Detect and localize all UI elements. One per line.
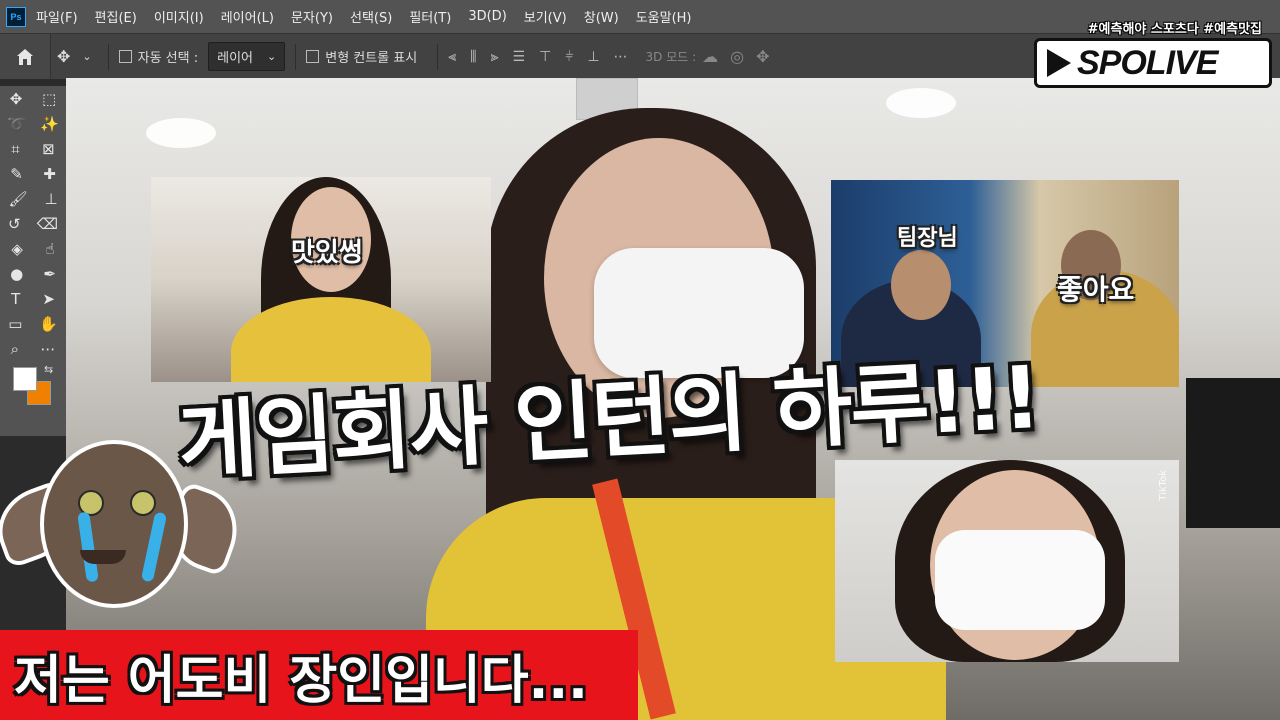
spolive-logo-block: #예측해야 스포츠다 #예측맛집 SPOLIVE (1034, 18, 1272, 88)
paint-bucket-tool-icon[interactable]: ◈ (11, 240, 23, 258)
align-top-icon[interactable]: ⊤ (539, 49, 551, 65)
pan-3d-icon[interactable]: ✥ (756, 47, 769, 66)
character-head (40, 440, 188, 608)
inset2-label-top: 팀장님 (897, 226, 958, 251)
align-left-icon[interactable]: ⫷ (448, 49, 456, 65)
path-select-tool-icon[interactable]: ➤ (42, 290, 55, 308)
menu-edit[interactable]: 편집(E) (95, 7, 137, 26)
align-bottom-icon[interactable]: ⊥ (587, 49, 599, 65)
type-tool-icon[interactable]: T (11, 290, 20, 308)
home-icon (17, 48, 33, 65)
zoom-tool-icon[interactable]: ⌕ (11, 340, 19, 358)
hashtags: #예측해야 스포츠다 #예측맛집 (1087, 22, 1262, 37)
hand-tool-icon[interactable]: ✋ (39, 315, 58, 333)
align-right-icon[interactable]: ⫸ (491, 49, 499, 65)
healing-brush-tool-icon[interactable]: ✚ (43, 165, 56, 183)
auto-select-label: 자동 선택 : (137, 51, 199, 66)
chevron-down-icon[interactable]: ⌄ (82, 50, 91, 63)
mode-3d-label: 3D 모드 : (645, 50, 697, 64)
more-options-icon[interactable]: ⋯ (614, 49, 628, 65)
lasso-tool-icon[interactable]: ➰ (7, 115, 26, 133)
distribute-icon[interactable]: ☰ (513, 49, 526, 65)
menu-select[interactable]: 선택(S) (350, 7, 392, 26)
rotate-3d-icon[interactable]: ◎ (730, 47, 744, 66)
auto-select-dropdown[interactable]: 레이어 ⌄ (208, 42, 286, 71)
smudge-tool-icon[interactable]: ☝ (46, 240, 55, 258)
color-swatches: ⇆ (0, 361, 66, 407)
inset-photo-1: 맛있썽 (151, 177, 491, 382)
brush-tool-icon[interactable]: 🖌 (8, 190, 27, 208)
frame-tool-icon[interactable]: ⊠ (42, 140, 55, 158)
align-center-icon[interactable]: ⫼ (470, 49, 476, 65)
caption-banner: 저는 어도비 장인입니다... (0, 630, 638, 720)
dodge-tool-icon[interactable]: ● (10, 265, 23, 283)
magic-wand-tool-icon[interactable]: ✨ (40, 115, 59, 133)
crop-tool-icon[interactable]: ⌗ (11, 140, 19, 158)
menu-3d[interactable]: 3D(D) (468, 9, 506, 24)
inset2-label-right: 좋아요 (1057, 273, 1135, 306)
inset1-label: 맛있썽 (291, 238, 363, 268)
foreground-color-swatch[interactable] (13, 367, 37, 391)
swap-colors-icon[interactable]: ⇆ (44, 363, 53, 376)
pen-tool-icon[interactable]: ✒ (43, 265, 56, 283)
divider (295, 43, 297, 70)
shape-tool-icon[interactable]: ▭ (8, 315, 22, 333)
menu-type[interactable]: 문자(Y) (291, 7, 333, 26)
menu-file[interactable]: 파일(F) (36, 7, 78, 26)
transform-controls-checkbox[interactable] (306, 50, 320, 63)
inset3-person-mask (935, 530, 1105, 630)
menu-image[interactable]: 이미지(I) (154, 7, 204, 26)
ceiling-light (886, 88, 956, 118)
logo-text: SPOLIVE (1077, 43, 1218, 82)
divider (107, 43, 109, 70)
marquee-tool-icon[interactable]: ⬚ (42, 90, 56, 108)
character-eye-right (130, 490, 156, 516)
inset-photo-3: TikTok (835, 460, 1179, 662)
move-tool-icon[interactable]: ✥ (10, 90, 23, 108)
home-button[interactable] (0, 34, 51, 79)
background-monitor (1186, 378, 1280, 528)
more-tools-icon[interactable]: ⋯ (40, 340, 55, 358)
auto-select-checkbox[interactable] (118, 50, 132, 63)
stamp-tool-icon[interactable]: ⊥ (44, 190, 57, 208)
align-buttons: ⫷ ⫼ ⫸ ☰ ⊤ ⫩ ⊥ ⋯ (448, 49, 627, 65)
menu-help[interactable]: 도움말(H) (636, 7, 692, 26)
character-mouth (80, 550, 126, 564)
auto-select-value: 레이어 (217, 51, 254, 66)
spolive-logo: SPOLIVE (1034, 38, 1272, 88)
align-middle-icon[interactable]: ⫩ (565, 49, 573, 65)
menu-view[interactable]: 보기(V) (524, 7, 567, 26)
chevron-down-icon: ⌄ (267, 50, 277, 63)
inset2-person1-face (891, 250, 951, 320)
divider (437, 43, 439, 70)
menu-window[interactable]: 창(W) (584, 7, 619, 26)
ceiling-light (146, 118, 216, 148)
orbit-3d-icon[interactable]: ☁ (702, 47, 718, 66)
tools-panel: ✥ ⬚ ➰ ✨ ⌗ ⊠ ✎ ✚ 🖌 ⊥ ↺ ⌫ ◈ ☝ ● ✒ T ➤ ▭ ✋ ⌕ ⋯ ⇆ (0, 86, 66, 436)
menu-layer[interactable]: 레이어(L) (221, 7, 274, 26)
eraser-tool-icon[interactable]: ⌫ (37, 215, 58, 233)
play-arrow-icon (1047, 49, 1071, 77)
move-tool-icon[interactable]: ✥ (57, 47, 70, 66)
eyedropper-tool-icon[interactable]: ✎ (10, 165, 23, 183)
menu-filter[interactable]: 필터(T) (409, 7, 451, 26)
tiktok-watermark: TikTok (1158, 470, 1169, 501)
history-brush-tool-icon[interactable]: ↺ (8, 215, 21, 233)
transform-controls-label: 변형 컨트롤 표시 (325, 51, 418, 66)
photoshop-logo-icon: Ps (6, 6, 26, 27)
caption-text: 저는 어도비 장인입니다... (14, 650, 588, 711)
